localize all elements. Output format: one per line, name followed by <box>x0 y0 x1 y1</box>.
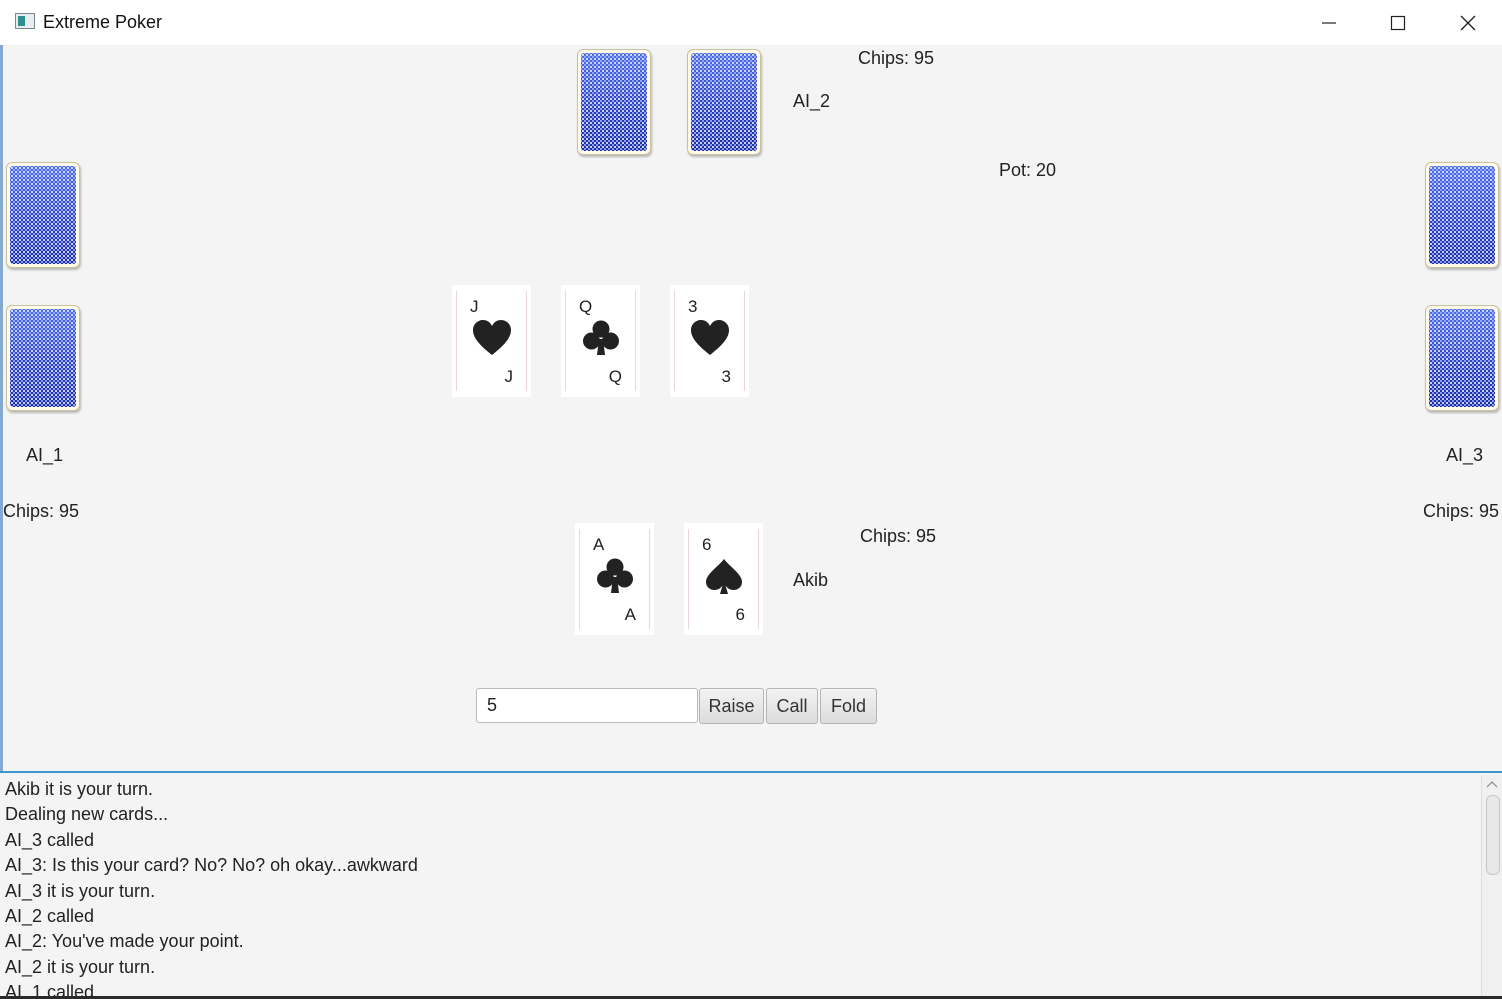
ai3-card-1 <box>1425 162 1499 268</box>
ai2-name: AI_2 <box>793 91 831 111</box>
ai2-card-2 <box>687 49 761 155</box>
card-rank: Q <box>608 367 622 386</box>
card-rank: Q <box>579 297 593 316</box>
close-button[interactable] <box>1433 0 1502 45</box>
title-bar: Extreme Poker <box>0 0 1502 46</box>
log-line: AI_3 called <box>5 829 95 850</box>
community-card-2: Q Q <box>561 285 640 397</box>
log-line: Akib it is your turn. <box>5 779 154 799</box>
heart-icon <box>473 320 511 355</box>
close-icon <box>1460 15 1476 30</box>
log-lines: Akib it is your turn. Dealing new cards.… <box>5 777 418 999</box>
ai1-card-1 <box>6 162 80 268</box>
maximize-icon <box>1390 15 1406 30</box>
log-line: AI_3 it is your turn. <box>5 880 156 901</box>
app-icon <box>15 13 35 29</box>
game-log[interactable]: Akib it is your turn. Dealing new cards.… <box>0 771 1502 999</box>
card-back-pattern <box>581 53 647 151</box>
call-button[interactable]: Call <box>766 688 818 724</box>
log-line: AI_2: You've made your point. <box>5 931 244 952</box>
minimize-button[interactable] <box>1294 0 1364 45</box>
card-back-pattern <box>1429 309 1495 407</box>
card-rank: 3 <box>721 367 731 386</box>
card-back-pattern <box>691 53 757 151</box>
log-line: AI_3: Is this your card? No? No? oh okay… <box>5 855 418 876</box>
ai3-card-2 <box>1425 305 1499 411</box>
bet-amount-input[interactable] <box>476 688 698 723</box>
log-line: AI_2 it is your turn. <box>5 956 156 977</box>
community-card-1: J J <box>452 285 531 397</box>
card-rank: J <box>470 297 479 316</box>
player-card-2: 6 6 <box>684 523 763 635</box>
ai3-name: AI_3 <box>1446 445 1484 465</box>
player-chips: Chips: 95 <box>860 526 937 546</box>
log-line: Dealing new cards... <box>5 804 169 825</box>
card-rank: 6 <box>702 535 712 554</box>
scroll-thumb[interactable] <box>1486 795 1500 875</box>
ai3-chips: Chips: 95 <box>1423 501 1500 521</box>
card-rank: A <box>593 535 605 554</box>
card-back-pattern <box>10 309 76 407</box>
scroll-up-icon[interactable] <box>1485 778 1499 790</box>
spade-icon <box>706 559 742 594</box>
maximize-button[interactable] <box>1363 0 1433 45</box>
club-icon <box>597 558 633 593</box>
fold-button[interactable]: Fold <box>820 688 877 724</box>
player-card-1: A A <box>575 523 654 635</box>
community-card-3: 3 3 <box>670 285 749 397</box>
ai2-chips: Chips: 95 <box>858 48 935 68</box>
pot-label: Pot: 20 <box>999 160 1057 180</box>
card-rank: 3 <box>688 297 698 316</box>
log-scrollbar[interactable] <box>1481 775 1502 999</box>
card-back-pattern <box>10 166 76 264</box>
heart-icon <box>691 320 729 355</box>
ai1-chips: Chips: 95 <box>3 501 80 521</box>
card-rank: A <box>624 605 636 624</box>
ai1-card-2 <box>6 305 80 411</box>
card-back-pattern <box>1429 166 1495 264</box>
card-rank: J <box>504 367 514 386</box>
club-icon <box>583 320 619 355</box>
log-line: AI_2 called <box>5 906 95 927</box>
ai2-card-1 <box>577 49 651 155</box>
player-name: Akib <box>793 570 829 590</box>
card-rank: 6 <box>735 605 745 624</box>
ai1-name: AI_1 <box>26 445 64 465</box>
window-title: Extreme Poker <box>43 12 163 32</box>
raise-button[interactable]: Raise <box>699 688 764 724</box>
minimize-icon <box>1322 21 1336 24</box>
